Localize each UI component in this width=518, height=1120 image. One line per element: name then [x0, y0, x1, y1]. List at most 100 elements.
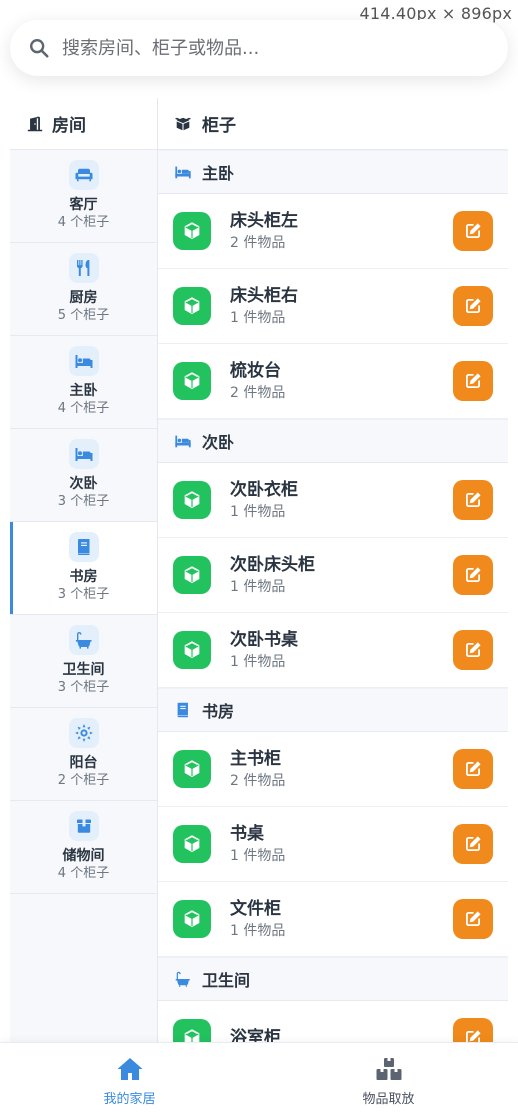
cabinet-row[interactable]: 次卧书桌 1 件物品: [158, 613, 508, 688]
cabinet-info: 次卧衣柜 1 件物品: [230, 478, 453, 522]
main-title: 柜子: [202, 116, 236, 136]
room-group-header: 卫生间: [158, 957, 508, 1001]
cabinet-name: 次卧书桌: [230, 630, 298, 650]
cube-icon: [173, 631, 211, 669]
sidebar-item-room[interactable]: 储物间 4 个柜子: [10, 801, 157, 894]
room-cabinet-count: 5 个柜子: [57, 308, 110, 323]
room-group-title: 卫生间: [202, 971, 251, 990]
sidebar-item-room[interactable]: 厨房 5 个柜子: [10, 243, 157, 336]
box-icon: [68, 811, 99, 841]
boxes-stack-icon: [376, 1058, 401, 1080]
room-list: 客厅 4 个柜子 厨房 5 个柜子 主卧 4 个柜子 次卧 3 个柜子 书房 3 个柜子 卫生间 3 …: [10, 150, 157, 894]
edit-icon: [463, 759, 483, 779]
room-name: 厨房: [69, 290, 98, 306]
room-cabinet-count: 3 个柜子: [57, 587, 110, 602]
nav-item-access[interactable]: 物品取放: [259, 1043, 518, 1120]
bed-icon: [174, 163, 202, 181]
boxes-icon: [174, 117, 192, 130]
edit-cabinet-button[interactable]: [453, 749, 493, 789]
cabinet-info: 文件柜 1 件物品: [230, 897, 453, 941]
room-cabinet-count: 2 个柜子: [57, 773, 110, 788]
room-cabinet-count: 4 个柜子: [57, 866, 110, 881]
edit-icon: [463, 909, 483, 929]
cabinet-name: 床头柜左: [230, 211, 298, 231]
cabinet-info: 主书柜 2 件物品: [230, 747, 453, 791]
cabinet-info: 梳妆台 2 件物品: [230, 359, 453, 403]
edit-cabinet-button[interactable]: [453, 1018, 493, 1042]
main-header: 柜子: [158, 98, 508, 150]
edit-icon: [463, 490, 483, 510]
sidebar-item-room[interactable]: 次卧 3 个柜子: [10, 429, 157, 522]
edit-cabinet-button[interactable]: [453, 899, 493, 939]
search-bar[interactable]: [10, 20, 508, 76]
cabinet-info: 次卧床头柜 1 件物品: [230, 553, 453, 597]
cabinet-info: 书桌 1 件物品: [230, 822, 453, 866]
edit-cabinet-button[interactable]: [453, 480, 493, 520]
room-name: 次卧: [69, 476, 98, 492]
edit-icon: [463, 221, 483, 241]
search-input[interactable]: [62, 37, 462, 59]
sidebar-item-room[interactable]: 阳台 2 个柜子: [10, 708, 157, 801]
cabinet-name: 次卧衣柜: [230, 480, 298, 500]
cabinet-item-count: 1 件物品: [230, 504, 286, 520]
sidebar-item-room[interactable]: 卫生间 3 个柜子: [10, 615, 157, 708]
edit-cabinet-button[interactable]: [453, 286, 493, 326]
cube-icon: [173, 825, 211, 863]
room-group-title: 书房: [202, 702, 235, 721]
room-cabinet-count: 4 个柜子: [57, 401, 110, 416]
cube-icon: [173, 362, 211, 400]
cabinet-groups: 主卧 床头柜左 2 件物品 床头柜右 1 件物品 梳妆台 2 件物品 次卧 次卧衣柜 1 件物品次…: [158, 150, 508, 1042]
nav-my-home[interactable]: 我的家居: [0, 1043, 259, 1120]
sidebar-item-room[interactable]: 书房 3 个柜子: [10, 522, 157, 615]
room-name: 储物间: [62, 848, 105, 864]
bottom-nav: 我的家居 物品取放: [0, 1042, 518, 1120]
cabinet-name: 浴室柜: [230, 1028, 281, 1042]
cabinet-name: 书桌: [230, 824, 264, 844]
edit-cabinet-button[interactable]: [453, 361, 493, 401]
sidebar-title: 房间: [52, 116, 86, 136]
cabinet-row[interactable]: 书桌 1 件物品: [158, 807, 508, 882]
cabinet-name: 次卧床头柜: [230, 555, 315, 575]
cabinet-row[interactable]: 次卧床头柜 1 件物品: [158, 538, 508, 613]
cabinet-name: 主书柜: [230, 749, 281, 769]
home-icon: [117, 1058, 142, 1080]
cabinet-panel: 柜子 主卧 床头柜左 2 件物品 床头柜右 1 件物品 梳妆台 2 件物品 次卧 次卧衣柜 1 件…: [158, 98, 508, 1042]
edit-cabinet-button[interactable]: [453, 630, 493, 670]
cabinet-name: 梳妆台: [230, 361, 281, 381]
cabinet-row[interactable]: 浴室柜: [158, 1001, 508, 1042]
room-group-title: 次卧: [202, 433, 235, 452]
room-cabinet-count: 3 个柜子: [57, 680, 110, 695]
cabinet-row[interactable]: 次卧衣柜 1 件物品: [158, 463, 508, 538]
cabinet-row[interactable]: 主书柜 2 件物品: [158, 732, 508, 807]
cabinet-row[interactable]: 梳妆台 2 件物品: [158, 344, 508, 419]
cabinet-row[interactable]: 床头柜左 2 件物品: [158, 194, 508, 269]
edit-cabinet-button[interactable]: [453, 211, 493, 251]
room-group-title: 主卧: [202, 164, 235, 183]
room-group-header: 次卧: [158, 419, 508, 463]
cabinet-info: 床头柜左 2 件物品: [230, 209, 453, 253]
sidebar-item-room[interactable]: 客厅 4 个柜子: [10, 150, 157, 243]
cabinet-row[interactable]: 文件柜 1 件物品: [158, 882, 508, 957]
edit-cabinet-button[interactable]: [453, 555, 493, 595]
cabinet-item-count: 1 件物品: [230, 579, 286, 595]
sofa-icon: [68, 160, 99, 190]
door-icon: [27, 116, 43, 131]
cabinet-row[interactable]: 床头柜右 1 件物品: [158, 269, 508, 344]
content-area: 房间 客厅 4 个柜子 厨房 5 个柜子 主卧 4 个柜子 次卧 3 个柜子 书房 3 个柜子 卫生…: [10, 98, 508, 1042]
cabinet-item-count: 1 件物品: [230, 654, 286, 670]
sidebar-item-room[interactable]: 主卧 4 个柜子: [10, 336, 157, 429]
nav-my-home-label: 我的家居: [103, 1092, 156, 1107]
edit-icon: [463, 834, 483, 854]
utensils-icon: [68, 253, 99, 283]
cabinet-item-count: 1 件物品: [230, 848, 286, 864]
room-group-header: 主卧: [158, 150, 508, 194]
cabinet-item-count: 2 件物品: [230, 235, 286, 251]
room-group-header: 书房: [158, 688, 508, 732]
cabinet-item-count: 2 件物品: [230, 385, 286, 401]
book-icon: [174, 701, 202, 719]
bed-icon: [174, 432, 202, 450]
sun-icon: [68, 718, 99, 748]
edit-cabinet-button[interactable]: [453, 824, 493, 864]
bath-icon: [68, 625, 99, 655]
room-cabinet-count: 3 个柜子: [57, 494, 110, 509]
